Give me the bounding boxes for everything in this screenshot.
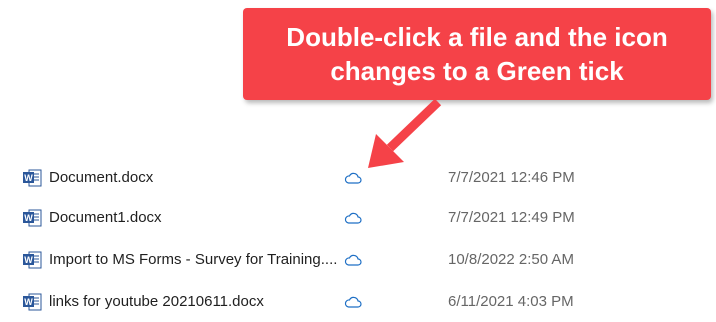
svg-text:W: W [24, 173, 33, 183]
callout-box: Double-click a file and the icon changes… [243, 8, 711, 100]
file-row[interactable]: W Import to MS Forms - Survey for Traini… [0, 240, 716, 280]
file-row[interactable]: W Document1.docx 7/7/2021 12:49 PM [0, 198, 716, 238]
word-doc-icon: W [23, 169, 42, 187]
cloud-icon [344, 296, 362, 308]
callout-line-1: Double-click a file and the icon [286, 22, 668, 52]
cloud-icon [344, 172, 362, 184]
file-name: Import to MS Forms - Survey for Training… [49, 251, 338, 268]
callout-line-2: changes to a Green tick [330, 56, 624, 86]
cloud-icon [344, 212, 362, 224]
file-modified-date: 7/7/2021 12:49 PM [448, 209, 575, 226]
file-row[interactable]: W Document.docx 7/7/2021 12:46 PM [0, 158, 716, 198]
file-modified-date: 6/11/2021 4:03 PM [448, 293, 574, 310]
svg-text:W: W [24, 213, 33, 223]
word-doc-icon: W [23, 251, 42, 269]
file-modified-date: 7/7/2021 12:46 PM [448, 169, 575, 186]
file-modified-date: 10/8/2022 2:50 AM [448, 251, 574, 268]
svg-text:W: W [24, 297, 33, 307]
word-doc-icon: W [23, 293, 42, 311]
svg-text:W: W [24, 255, 33, 265]
file-name: Document1.docx [49, 209, 162, 226]
file-name: Document.docx [49, 169, 154, 186]
file-name: links for youtube 20210611.docx [49, 293, 264, 310]
word-doc-icon: W [23, 209, 42, 227]
cloud-icon [344, 254, 362, 266]
file-row[interactable]: W links for youtube 20210611.docx 6/11/2… [0, 282, 716, 322]
